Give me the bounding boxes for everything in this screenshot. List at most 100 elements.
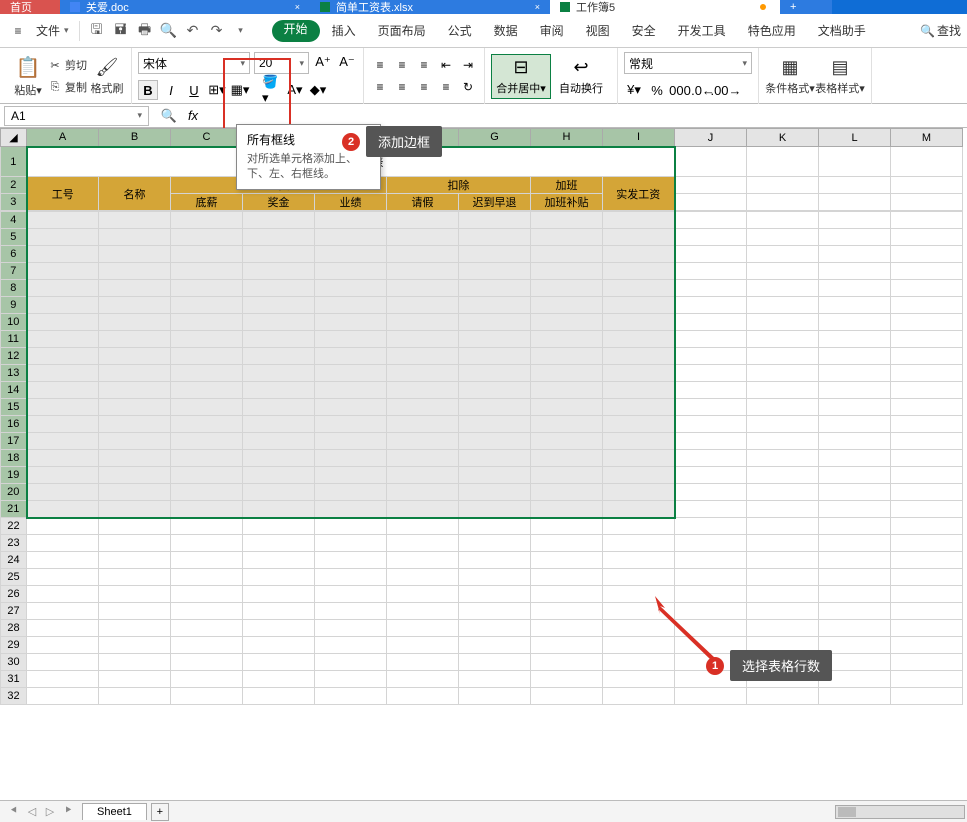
cell[interactable] [531,535,603,552]
cell[interactable] [891,620,963,637]
cell[interactable] [531,331,603,348]
cell[interactable] [603,569,675,586]
font-color-button[interactable]: A▾ [285,80,305,100]
align-bottom-icon[interactable]: ≡ [414,55,434,75]
cell[interactable] [531,382,603,399]
row-header[interactable]: 3 [1,194,27,211]
cell[interactable] [387,552,459,569]
row-header[interactable]: 28 [1,620,27,637]
table-style-button[interactable]: ▤ 表格样式▾ [815,57,865,96]
cell[interactable] [243,484,315,501]
cell[interactable] [459,382,531,399]
cell[interactable] [891,467,963,484]
orientation-icon[interactable]: ↻ [458,77,478,97]
cell[interactable] [99,280,171,297]
cell[interactable] [747,314,819,331]
menu-tab-data[interactable]: 数据 [484,14,528,48]
cell[interactable] [171,501,243,518]
cell[interactable] [315,263,387,280]
cell[interactable] [243,365,315,382]
hdr-id[interactable]: 工号 [27,177,99,211]
col-header[interactable]: L [819,129,891,147]
cell[interactable] [171,246,243,263]
cell[interactable] [387,365,459,382]
cell[interactable] [603,314,675,331]
currency-icon[interactable]: ¥▾ [624,80,644,100]
row-header[interactable]: 26 [1,586,27,603]
select-all-corner[interactable]: ◢ [1,129,27,147]
hdr-deduct[interactable]: 扣除 [387,177,531,194]
cell[interactable] [747,535,819,552]
cell[interactable] [387,518,459,535]
find-icon[interactable]: 🔍 [159,106,179,126]
bold-button[interactable]: B [138,80,158,100]
cell[interactable] [531,280,603,297]
row-header[interactable]: 19 [1,467,27,484]
cell[interactable] [531,620,603,637]
menu-tab-helper[interactable]: 文档助手 [808,14,876,48]
cell[interactable] [387,314,459,331]
cell[interactable] [675,450,747,467]
cell[interactable] [603,467,675,484]
cell[interactable] [315,348,387,365]
col-header[interactable]: G [459,129,531,147]
cell[interactable] [747,365,819,382]
row-header[interactable]: 14 [1,382,27,399]
cell[interactable] [171,416,243,433]
cell[interactable] [747,348,819,365]
cell[interactable] [819,416,891,433]
print-icon[interactable]: 🖶 [134,20,156,42]
cell[interactable] [171,535,243,552]
hdr-name[interactable]: 名称 [99,177,171,211]
font-size-select[interactable]: 20▾ [254,52,309,74]
row-header[interactable]: 1 [1,147,27,177]
cell[interactable] [459,518,531,535]
cell[interactable] [603,484,675,501]
cell[interactable] [891,552,963,569]
cell[interactable] [819,552,891,569]
row-header[interactable]: 20 [1,484,27,501]
cell[interactable] [387,331,459,348]
cell[interactable] [387,688,459,705]
col-header[interactable]: J [675,129,747,147]
cell[interactable] [531,688,603,705]
cell[interactable] [603,399,675,416]
cell[interactable] [315,484,387,501]
cell[interactable] [243,348,315,365]
cell[interactable] [891,654,963,671]
cell[interactable] [27,603,99,620]
cell[interactable] [99,603,171,620]
row-header[interactable]: 30 [1,654,27,671]
cell[interactable] [387,348,459,365]
cell[interactable] [27,297,99,314]
cell[interactable] [243,552,315,569]
undo-icon[interactable]: ↶ [182,20,204,42]
cell[interactable] [459,467,531,484]
cell[interactable] [27,212,99,229]
cell[interactable] [747,467,819,484]
cell[interactable] [387,399,459,416]
cell[interactable] [315,620,387,637]
cell[interactable] [171,365,243,382]
cell[interactable] [675,212,747,229]
cell[interactable] [99,671,171,688]
cell[interactable] [171,263,243,280]
cell[interactable] [531,246,603,263]
menu-tab-review[interactable]: 审阅 [530,14,574,48]
cell[interactable] [891,569,963,586]
align-right-icon[interactable]: ≡ [414,77,434,97]
indent-left-icon[interactable]: ⇤ [436,55,456,75]
cell[interactable] [891,246,963,263]
cell[interactable] [459,416,531,433]
row-header[interactable]: 8 [1,280,27,297]
menu-tab-view[interactable]: 视图 [576,14,620,48]
cut-button[interactable]: ✂剪切 [46,54,89,76]
cell[interactable] [603,331,675,348]
cell[interactable] [675,501,747,518]
cell[interactable] [171,654,243,671]
cell[interactable] [99,637,171,654]
cell[interactable] [531,552,603,569]
cell[interactable] [243,297,315,314]
cell[interactable] [99,433,171,450]
cell[interactable] [603,263,675,280]
